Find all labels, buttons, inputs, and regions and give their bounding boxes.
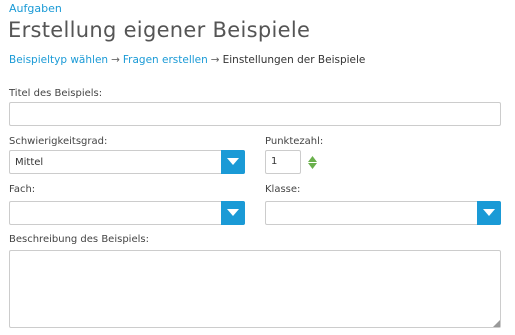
aufgaben-link[interactable]: Aufgaben [9, 2, 62, 15]
breadcrumb-step-current: Einstellungen der Beispiele [222, 54, 366, 66]
title-input[interactable] [9, 102, 501, 126]
points-value: 1 [271, 156, 278, 167]
breadcrumb-step-fragen[interactable]: Fragen erstellen [123, 54, 208, 66]
subject-select[interactable] [9, 201, 245, 225]
class-label: Klasse: [265, 184, 301, 195]
points-stepper[interactable] [308, 154, 317, 173]
up-down-arrows-icon[interactable] [308, 156, 317, 169]
breadcrumb-arrow-icon: → [111, 54, 120, 66]
breadcrumb-arrow-icon: → [210, 54, 220, 66]
resize-handle-icon[interactable] [493, 320, 500, 327]
difficulty-select[interactable]: Mittel [9, 150, 245, 174]
class-dropdown-button[interactable] [477, 201, 501, 225]
points-input[interactable]: 1 [265, 150, 301, 174]
description-label: Beschreibung des Beispiels: [9, 234, 149, 245]
class-select[interactable] [265, 201, 501, 225]
chevron-down-icon [227, 209, 239, 216]
page-title: Erstellung eigener Beispiele [8, 18, 311, 42]
subject-dropdown-button[interactable] [221, 201, 245, 225]
breadcrumb: Beispieltyp wählen → Fragen erstellen → Eins… [9, 54, 365, 66]
chevron-down-icon [227, 158, 239, 165]
difficulty-dropdown-button[interactable] [221, 150, 245, 174]
breadcrumb-step-beispieltyp[interactable]: Beispieltyp wählen [9, 54, 108, 66]
difficulty-value: Mittel [15, 157, 44, 168]
title-label: Titel des Beispiels: [9, 88, 103, 99]
subject-label: Fach: [9, 184, 36, 195]
chevron-down-icon [483, 209, 495, 216]
points-label: Punktezahl: [265, 136, 324, 147]
difficulty-label: Schwierigkeitsgrad: [9, 136, 108, 147]
description-textarea[interactable] [9, 250, 501, 328]
